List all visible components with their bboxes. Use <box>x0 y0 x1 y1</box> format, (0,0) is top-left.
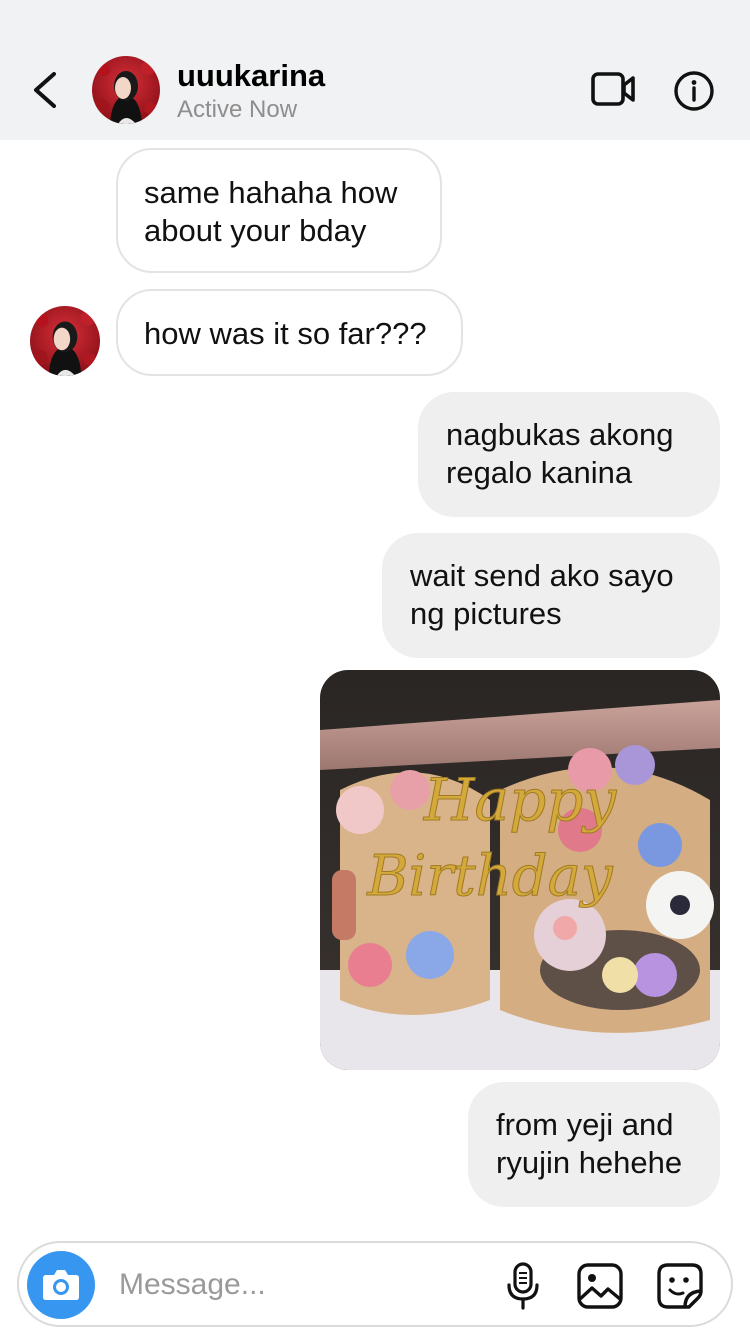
svg-text:Birthday: Birthday <box>366 844 614 909</box>
svg-text:Happy: Happy <box>423 766 617 834</box>
message-composer <box>17 1241 733 1327</box>
incoming-message[interactable]: how was it so far??? <box>116 289 463 376</box>
image-icon <box>577 1263 623 1309</box>
birthday-cake-photo: Happy Birthday <box>320 670 720 1070</box>
gallery-button[interactable] <box>575 1261 625 1311</box>
chevron-left-icon <box>34 72 56 108</box>
avatar[interactable] <box>92 56 160 124</box>
sticker-icon <box>657 1263 703 1309</box>
video-call-button[interactable] <box>588 68 640 112</box>
video-camera-icon <box>591 72 635 106</box>
outgoing-message[interactable]: wait send ako sayo ng pictures <box>382 533 720 658</box>
outgoing-message[interactable]: from yeji and ryujin hehehe <box>468 1082 720 1207</box>
message-input[interactable] <box>119 1263 489 1307</box>
active-status: Active Now <box>177 96 298 123</box>
back-button[interactable] <box>24 66 68 114</box>
outgoing-message[interactable]: nagbukas akong regalo kanina <box>418 392 720 517</box>
chat-header: uuukarina Active Now <box>0 0 750 140</box>
microphone-icon <box>507 1262 539 1310</box>
info-icon <box>674 71 714 111</box>
sticker-button[interactable] <box>655 1261 705 1311</box>
voice-message-button[interactable] <box>503 1261 543 1311</box>
info-button[interactable] <box>672 69 716 113</box>
camera-icon <box>43 1270 79 1300</box>
photo-message[interactable]: Happy Birthday <box>320 670 720 1070</box>
incoming-message[interactable]: same hahaha how about your bday <box>116 148 442 273</box>
chat-username[interactable]: uuukarina <box>177 58 325 94</box>
camera-button[interactable] <box>27 1251 95 1319</box>
sender-avatar[interactable] <box>30 306 100 376</box>
